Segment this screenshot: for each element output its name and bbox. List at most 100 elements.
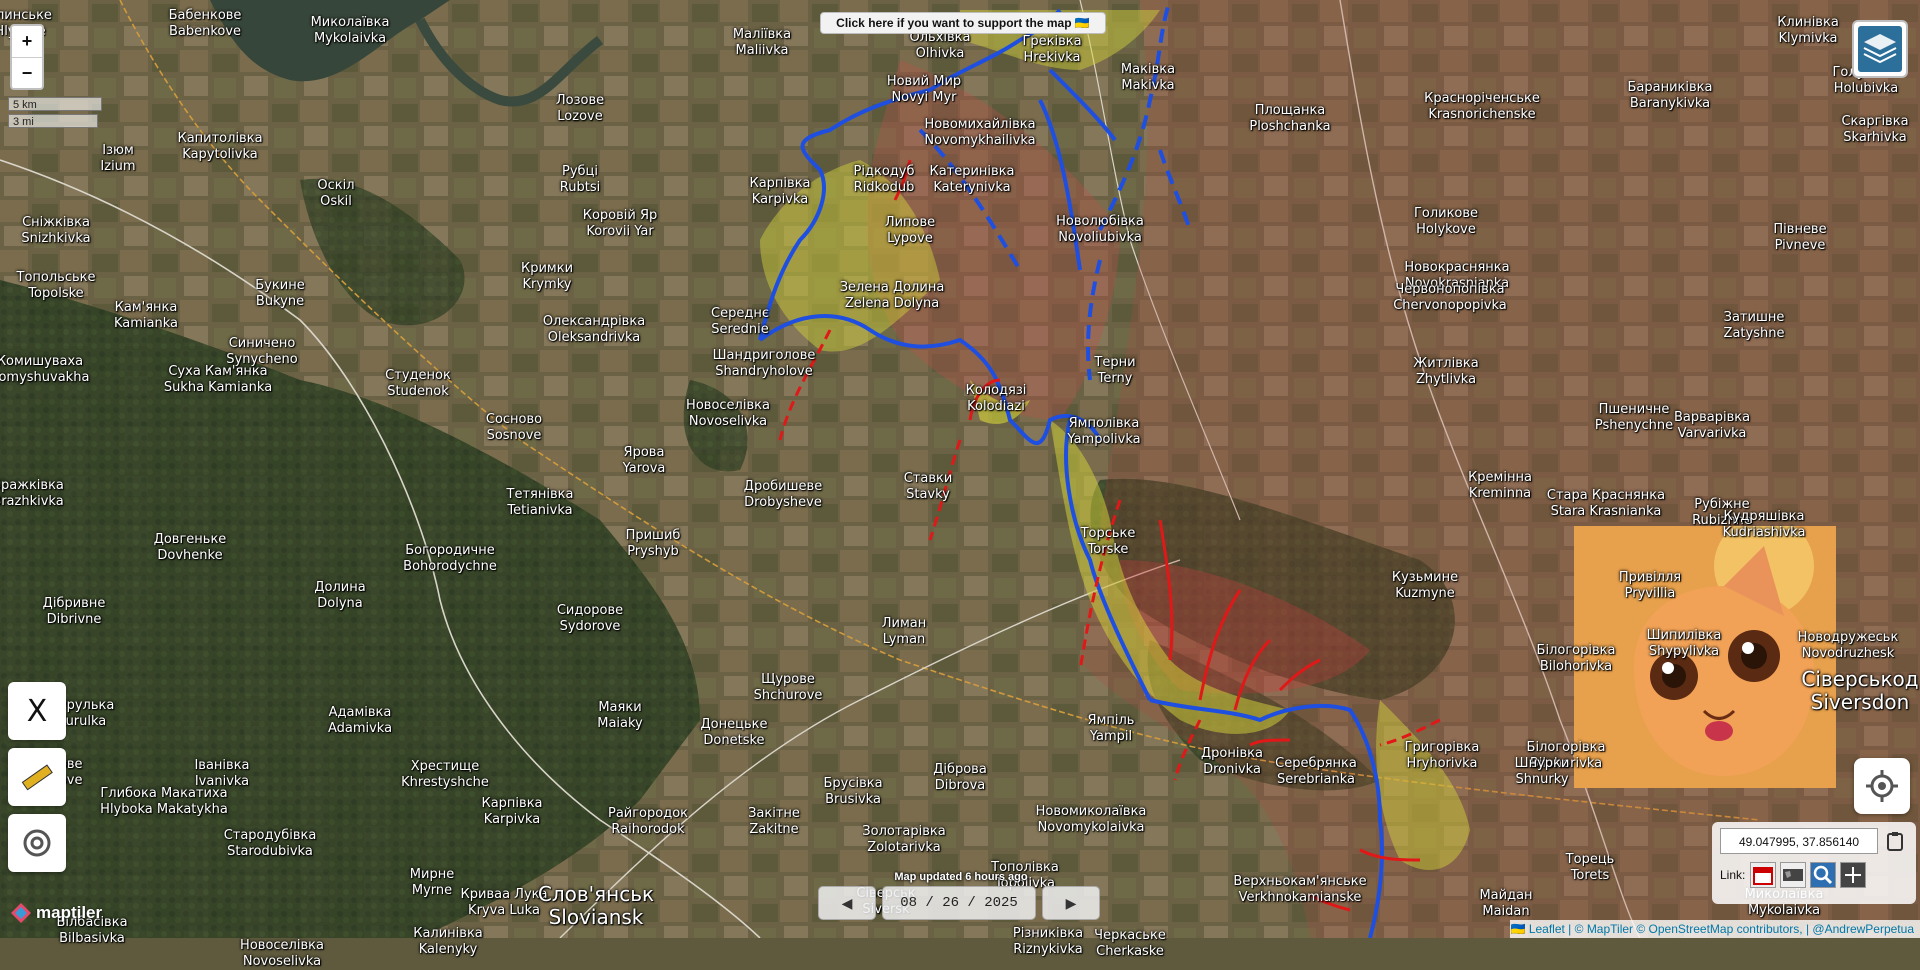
place-name-latin: Izium bbox=[100, 159, 136, 174]
place-label: Красноріченське Krasnorichenske bbox=[1424, 91, 1540, 123]
search-link-button[interactable] bbox=[1810, 862, 1836, 888]
place-label: Майдан Maidan bbox=[1479, 888, 1532, 920]
place-name-latin: Adamivka bbox=[327, 721, 393, 736]
date-picker[interactable]: 08 / 26 / 2025 bbox=[882, 886, 1036, 920]
place-name-latin: Dolyna bbox=[317, 596, 363, 611]
place-name-ukrainian: Кузьмине bbox=[1391, 570, 1459, 585]
place-name-ukrainian: Топольське bbox=[16, 270, 96, 285]
zoom-out-button[interactable]: − bbox=[12, 58, 42, 89]
scale-bar-mi: 3 mi bbox=[8, 114, 98, 128]
ruler-icon bbox=[21, 764, 53, 791]
maptiler-logo-text: maptiler bbox=[36, 903, 103, 922]
place-name-ukrainian: Новомихайлівка bbox=[924, 117, 1036, 132]
place-label: Сніжківка Snizhkivka bbox=[21, 215, 90, 247]
place-label: Верхньокам'янське Verkhnokamianske bbox=[1233, 874, 1366, 906]
place-label: Кремінна Kreminna bbox=[1468, 470, 1532, 502]
place-name-ukrainian: Золотарівка bbox=[862, 824, 946, 839]
place-name-ukrainian: Новокраснянка bbox=[1404, 260, 1510, 275]
next-date-button[interactable]: ▶ bbox=[1042, 886, 1100, 920]
place-label: Новоселівка Novoselivka bbox=[686, 398, 770, 430]
place-label: Сосново Sosnove bbox=[486, 412, 542, 444]
place-name-ukrainian: Сосново bbox=[485, 412, 543, 427]
place-name-latin: Mykolaivka bbox=[1747, 903, 1821, 918]
place-name-latin: Yarova bbox=[622, 461, 666, 476]
copy-coordinates-button[interactable] bbox=[1884, 830, 1906, 852]
place-name-latin: Novodruzhesk bbox=[1801, 646, 1895, 661]
crosshair-link-button[interactable] bbox=[1840, 862, 1866, 888]
world-map-link-button[interactable] bbox=[1780, 862, 1806, 888]
place-name-ukrainian: Миколаївка bbox=[310, 15, 390, 30]
place-name-ukrainian: Тетянівка bbox=[506, 487, 574, 502]
zoom-in-button[interactable]: + bbox=[12, 26, 42, 58]
place-label: Довгеньке Dovhenke bbox=[154, 532, 227, 564]
place-name-latin: Oskil bbox=[320, 194, 352, 209]
maptiler-logo[interactable]: maptiler bbox=[10, 900, 103, 926]
place-name-latin: Khrestyshche bbox=[401, 775, 489, 790]
measure-tool-button[interactable] bbox=[8, 748, 66, 806]
place-name-ukrainian: Шипилівка bbox=[1646, 628, 1722, 643]
target-icon bbox=[23, 829, 51, 857]
place-name-ukrainian: Ямполівка bbox=[1068, 416, 1140, 431]
city-name-latin: Sloviansk bbox=[548, 905, 644, 929]
place-name-latin: Riznykivka bbox=[1013, 942, 1083, 957]
place-name-latin: Topolske bbox=[28, 286, 84, 301]
crosshair-icon bbox=[1845, 867, 1861, 883]
layers-button[interactable] bbox=[1852, 20, 1908, 78]
map-updated-status: Map updated 6 hours ago bbox=[894, 871, 1028, 883]
place-name-latin: Zhytlivka bbox=[1415, 372, 1477, 387]
place-name-ukrainian: Терни bbox=[1094, 355, 1136, 370]
place-label: Варварівка Varvarivka bbox=[1674, 410, 1750, 442]
place-name-latin: Novomykhailivka bbox=[924, 133, 1036, 148]
attribution-bar[interactable]: 🇺🇦 Leaflet | © MapTiler © OpenStreetMap … bbox=[1510, 920, 1920, 938]
place-name-ukrainian: Маківка bbox=[1120, 62, 1176, 77]
place-label: Дібривне Dibrivne bbox=[43, 596, 106, 628]
place-label: Маліївка Maliivka bbox=[733, 27, 791, 59]
calendar-link-button[interactable] bbox=[1750, 862, 1776, 888]
support-map-banner[interactable]: Click here if you want to support the ma… bbox=[820, 12, 1106, 34]
locate-button[interactable] bbox=[8, 814, 66, 872]
scale-bar-km: 5 km bbox=[8, 97, 102, 111]
place-name-latin: Shandryholove bbox=[715, 364, 813, 379]
place-label: Площанка Ploshchanka bbox=[1249, 103, 1330, 135]
place-label: Лиман Lyman bbox=[882, 616, 927, 648]
place-label: Пришиб Pryshyb bbox=[626, 528, 681, 560]
place-name-ukrainian: Липове bbox=[884, 215, 936, 230]
magnifier-icon bbox=[1813, 865, 1833, 885]
coordinates-field[interactable]: 49.047995, 37.856140 bbox=[1720, 828, 1878, 854]
place-name-latin: Dronivka bbox=[1203, 762, 1261, 777]
place-label: Червонопопівка Chervonopopivka bbox=[1393, 282, 1507, 314]
place-label: Стара Краснянка Stara Krasnianka bbox=[1547, 488, 1665, 520]
place-label: Білогорівка Bilohorivka bbox=[1537, 643, 1616, 675]
place-name-ukrainian: Верхньокам'янське bbox=[1233, 874, 1367, 889]
place-name-ukrainian: Олександрівка bbox=[542, 314, 646, 329]
place-name-ukrainian: Рубці bbox=[561, 164, 599, 179]
calendar-icon bbox=[1753, 867, 1773, 885]
date-value: 08 / 26 / 2025 bbox=[900, 895, 1018, 911]
place-label: Богородичне Bohorodychne bbox=[403, 543, 497, 575]
settings-button[interactable] bbox=[1854, 758, 1910, 814]
place-name-ukrainian: Мирне bbox=[409, 867, 455, 882]
place-label: Ямпіль Yampil bbox=[1088, 713, 1135, 745]
place-label: Зелена Долина Zelena Dolyna bbox=[840, 280, 945, 312]
place-name-ukrainian: Богородичне bbox=[405, 543, 495, 558]
place-label: Брусівка Brusivka bbox=[823, 776, 882, 808]
link-label: Link: bbox=[1720, 868, 1746, 882]
place-name-latin: Snizhkivka bbox=[21, 231, 91, 246]
place-label: Донецьке Donetske bbox=[701, 717, 768, 749]
place-name-ukrainian: Лозове bbox=[555, 93, 605, 108]
place-name-ukrainian: Варварівка bbox=[1673, 410, 1751, 425]
place-label: Липове Lypove bbox=[885, 215, 935, 247]
place-name-ukrainian: Донецьке bbox=[700, 717, 768, 732]
place-name-latin: Maliivka bbox=[735, 43, 789, 58]
x-share-button[interactable]: X bbox=[8, 682, 66, 740]
place-label: Шнурки Shnurky bbox=[1515, 756, 1570, 788]
place-label: Ямполівка Yampolivka bbox=[1067, 416, 1140, 448]
place-name-latin: Stara Krasnianka bbox=[1550, 504, 1662, 519]
previous-date-button[interactable]: ◀ bbox=[818, 886, 876, 920]
place-name-latin: Katerynivka bbox=[933, 180, 1011, 195]
place-name-latin: Zolotarivka bbox=[867, 840, 941, 855]
place-name-latin: Mykolaivka bbox=[313, 31, 387, 46]
place-name-ukrainian: Глинське bbox=[0, 8, 52, 23]
place-name-latin: Tetianivka bbox=[507, 503, 573, 518]
city-label: Слов'янськ Sloviansk bbox=[538, 883, 654, 929]
